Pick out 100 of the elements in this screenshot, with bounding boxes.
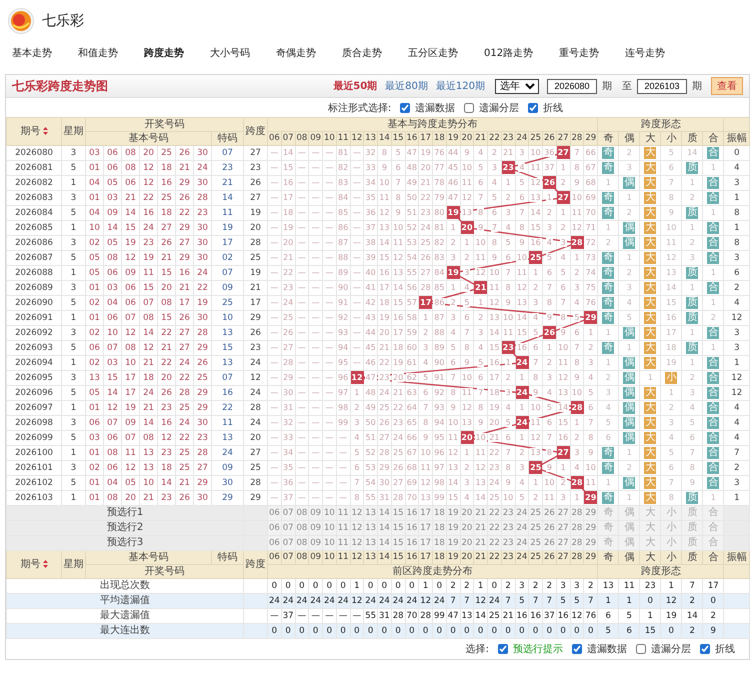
checkbox-label[interactable]: 折线 <box>715 642 735 656</box>
span-marker: 28 <box>570 401 584 414</box>
omission-value: 7 <box>546 283 553 292</box>
form-marker: 合 <box>707 432 720 444</box>
range-link[interactable]: 最近50期 <box>333 79 378 93</box>
checkbox[interactable] <box>636 644 646 654</box>
omission-value: 14 <box>488 328 500 337</box>
span-marker: 25 <box>529 461 542 474</box>
omission-value: 8 <box>477 208 484 217</box>
omission-value: 1 <box>587 328 594 337</box>
omission-value: 14 <box>282 148 294 157</box>
form-marker: 大 <box>644 432 656 444</box>
checkbox[interactable] <box>464 102 474 112</box>
omission-value: 9 <box>380 163 388 172</box>
weekday-cell: 3 <box>62 370 86 386</box>
omission-value: 63 <box>406 388 418 397</box>
number-cell: 12 <box>158 430 176 446</box>
checkbox-label[interactable]: 遗漏数据 <box>587 642 627 656</box>
checkbox-label[interactable]: 预选行提示 <box>513 642 563 656</box>
omission-value: 91 <box>337 298 350 307</box>
nav-link[interactable]: 大小号码 <box>210 46 250 66</box>
checkbox-label[interactable]: 遗漏分层 <box>479 100 520 114</box>
number-cell: 06 <box>104 430 122 446</box>
checkbox[interactable] <box>700 644 710 654</box>
column-header[interactable]: 期号 <box>6 550 62 578</box>
number-cell: 24 <box>176 416 194 430</box>
number-cell: 24 <box>194 266 212 280</box>
span-cell: 28 <box>244 476 268 490</box>
omission-value: 3 <box>504 208 512 217</box>
checkbox[interactable] <box>528 102 538 112</box>
omission-value: 8 <box>587 433 594 442</box>
omission-cell: 5 <box>682 416 703 430</box>
checkbox-label[interactable]: 遗漏数据 <box>415 100 456 114</box>
weekday-cell: 1 <box>62 176 86 190</box>
nav-link[interactable]: 跨度走势 <box>144 46 184 66</box>
omission-cell: 3 <box>660 416 682 430</box>
checkbox-label[interactable]: 折线 <box>543 100 564 114</box>
issue-cell: 2026087 <box>6 250 62 266</box>
sort-icon[interactable] <box>42 127 48 136</box>
omission-value: 81 <box>337 148 350 157</box>
number-cell: 02 <box>86 356 104 370</box>
nav-link[interactable]: 连号走势 <box>625 46 666 66</box>
number-cell: 14 <box>122 206 140 220</box>
number-cell: 02 <box>86 460 104 476</box>
omission-value: 25 <box>420 238 432 247</box>
number-cell: 29 <box>194 386 212 400</box>
row-label: 预选行2 <box>6 520 244 536</box>
omission-value: 25 <box>378 403 390 412</box>
view-button[interactable]: 查看 <box>711 77 743 95</box>
number-cell: 05 <box>86 250 104 266</box>
omission-value: 6 <box>560 283 567 292</box>
omission-value: 2 <box>546 208 553 217</box>
omission-value: 22 <box>378 358 390 367</box>
nav-link[interactable]: 五分区走势 <box>408 46 458 66</box>
nav-link[interactable]: 质合走势 <box>342 46 382 66</box>
omission-value: 24 <box>488 478 500 487</box>
omission-cell: 5 <box>660 446 682 460</box>
omission-cell: 4 <box>598 400 619 416</box>
issue-input[interactable]: 2026103 <box>637 78 687 94</box>
column-header: 跨度 <box>244 550 268 578</box>
nav-link[interactable]: 和值走势 <box>78 46 118 66</box>
number-cell: 01 <box>86 190 104 206</box>
omission-value: 2 <box>560 223 567 232</box>
range-link[interactable]: 最近80期 <box>385 79 428 93</box>
nav-link[interactable]: 基本走势 <box>12 46 52 66</box>
amplitude-cell: 4 <box>724 296 750 310</box>
omission-value: 4 <box>450 328 457 337</box>
number-cell: 06 <box>122 176 140 190</box>
checkbox[interactable] <box>400 102 410 112</box>
omission-value: 6 <box>422 388 430 397</box>
number-cell: 08 <box>140 310 158 326</box>
omission-value: 15 <box>447 493 460 502</box>
nav-link[interactable]: 奇偶走势 <box>276 46 316 66</box>
checkbox[interactable] <box>498 644 508 654</box>
omission-cell: 1 <box>618 446 640 460</box>
form-marker: 大 <box>644 342 656 354</box>
checkbox[interactable] <box>572 644 582 654</box>
amplitude-cell: 4 <box>724 416 750 430</box>
number-cell: 20 <box>158 280 176 296</box>
nav-link[interactable]: 012路走势 <box>484 46 534 66</box>
year-select[interactable]: 选年 <box>495 78 539 94</box>
weekday-cell: 3 <box>62 190 86 206</box>
range-link[interactable]: 最近120期 <box>436 79 485 93</box>
column-header: 特码 <box>212 132 244 146</box>
amplitude-cell: 12 <box>724 386 750 400</box>
sort-icon[interactable] <box>42 560 48 568</box>
amplitude-cell: 3 <box>724 476 750 490</box>
nav-link[interactable]: 重号走势 <box>559 46 600 66</box>
issue-cell: 2026084 <box>6 206 62 220</box>
form-marker: 奇 <box>602 296 614 309</box>
checkbox-label[interactable]: 遗漏分层 <box>651 642 691 656</box>
omission-value: 86 <box>337 223 350 232</box>
amplitude-cell: 3 <box>724 340 750 356</box>
issue-input[interactable]: 2026080 <box>547 78 597 94</box>
number-cell: 22 <box>158 326 176 340</box>
span-marker: 28 <box>570 476 584 490</box>
omission-value: 10 <box>557 343 570 352</box>
number-cell: 13 <box>140 460 158 476</box>
omission-cell: 19 <box>660 356 682 370</box>
column-header[interactable]: 期号 <box>6 118 62 146</box>
